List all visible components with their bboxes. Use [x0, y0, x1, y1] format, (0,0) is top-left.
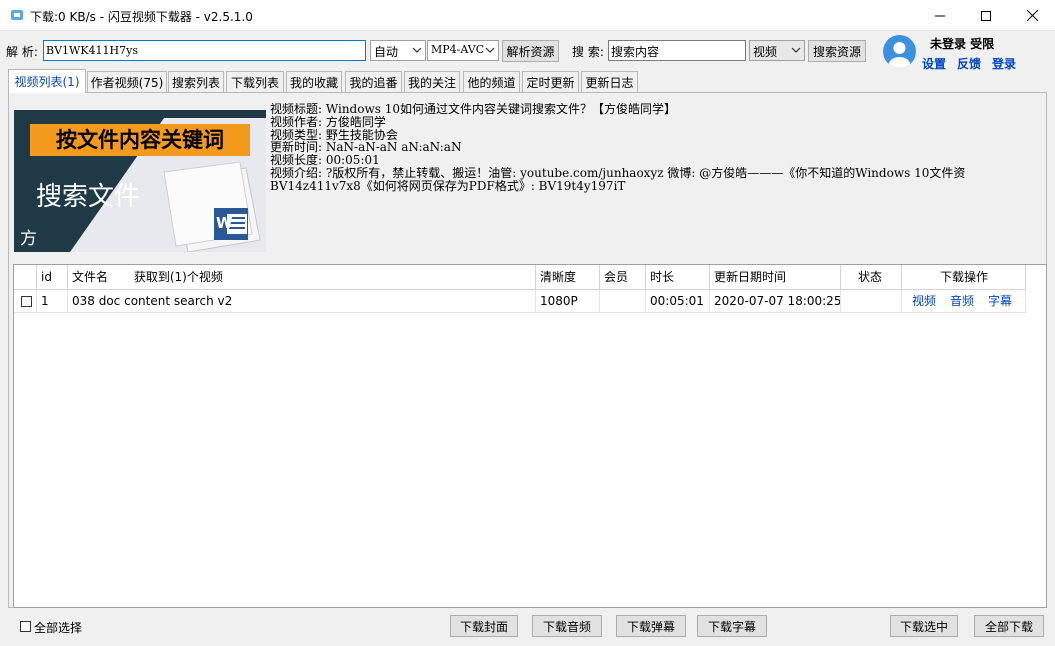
- video-table[interactable]: id 文件名 获取到(1)个视频 清晰度 会员 时长 更新日期时间 状态 下载操…: [13, 264, 1047, 608]
- quality-select[interactable]: 自动: [370, 40, 426, 61]
- parse-label: 解 析:: [6, 45, 38, 59]
- header-video-count: 获取到(1)个视频: [133, 270, 223, 284]
- header-duration[interactable]: 时长: [646, 265, 710, 289]
- download-subtitle-link[interactable]: 字幕: [988, 294, 1012, 308]
- search-type-select[interactable]: 视频: [749, 40, 805, 61]
- video-info: 视频标题: Windows 10如何通过文件内容关键词搜索文件？【方俊皓同学】 …: [270, 103, 1046, 193]
- row-quality: 1080P: [536, 290, 600, 312]
- info-description-cont: BV14z411v7x8《如何将网页保存为PDF格式》: BV19t4y197i…: [270, 179, 626, 193]
- feedback-link[interactable]: 反馈: [957, 55, 981, 72]
- header-filename[interactable]: 文件名 获取到(1)个视频: [68, 265, 536, 289]
- minimize-icon: [935, 15, 945, 16]
- download-danmaku-button[interactable]: 下载弹幕: [616, 615, 686, 637]
- row-actions: 视频 音频 字幕: [902, 290, 1026, 312]
- header-filename-label: 文件名: [72, 270, 109, 284]
- video-thumbnail: 按文件内容关键词 搜索文件 方 W: [14, 110, 266, 252]
- download-all-button[interactable]: 全部下载: [974, 615, 1044, 637]
- info-type: 视频类型: 野生技能协会: [270, 128, 398, 142]
- tab-my-bangumi[interactable]: 我的追番: [345, 71, 402, 92]
- search-type-value: 视频: [753, 45, 778, 59]
- info-description: 视频介绍: ?版权所有，禁止转载、搬运！油管: youtube.com/junh…: [270, 166, 966, 180]
- thumbnail-corner-char: 方: [20, 229, 37, 249]
- header-actions[interactable]: 下载操作: [902, 265, 1026, 289]
- table-row[interactable]: 1 038 doc content search v2 1080P 00:05:…: [14, 290, 1026, 313]
- maximize-icon: [981, 10, 991, 21]
- info-length: 视频长度: 00:05:01: [270, 154, 380, 167]
- header-quality[interactable]: 清晰度: [536, 265, 600, 289]
- thumbnail-headline: 按文件内容关键词: [30, 124, 250, 156]
- info-title: 视频标题: Windows 10如何通过文件内容关键词搜索文件？【方俊皓同学】: [270, 103, 676, 116]
- tab-author-videos[interactable]: 作者视频(75): [87, 71, 167, 92]
- row-status: [841, 290, 902, 312]
- close-button[interactable]: [1009, 0, 1055, 31]
- user-icon: [888, 42, 911, 68]
- minimize-button[interactable]: [917, 0, 963, 31]
- search-label: 搜 索:: [572, 45, 604, 59]
- row-duration: 00:05:01: [646, 290, 710, 312]
- chevron-down-icon: [485, 47, 495, 53]
- download-video-link[interactable]: 视频: [912, 294, 936, 308]
- word-doc-icon: W: [216, 214, 233, 232]
- tab-scheduled-update[interactable]: 定时更新: [522, 71, 579, 92]
- row-updated: 2020-07-07 18:00:25: [710, 290, 841, 312]
- row-filename: 038 doc content search v2: [68, 290, 536, 312]
- tab-video-list[interactable]: 视频列表(1): [8, 69, 86, 93]
- header-member[interactable]: 会员: [600, 265, 646, 289]
- download-selected-button[interactable]: 下载选中: [890, 615, 958, 637]
- row-id: 1: [37, 290, 68, 312]
- row-member: [600, 290, 646, 312]
- close-icon: [1026, 10, 1038, 21]
- info-updated: 更新时间: NaN-aN-aN aN:aN:aN: [270, 141, 462, 155]
- select-all-box[interactable]: [20, 621, 31, 632]
- tab-changelog[interactable]: 更新日志: [581, 71, 638, 92]
- app-logo-icon: [11, 10, 23, 20]
- table-header: id 文件名 获取到(1)个视频 清晰度 会员 时长 更新日期时间 状态 下载操…: [14, 265, 1026, 290]
- format-select-value: MP4-AVC: [431, 43, 485, 56]
- download-subtitle-button[interactable]: 下载字幕: [697, 615, 767, 637]
- download-cover-button[interactable]: 下载封面: [450, 615, 518, 637]
- download-audio-link[interactable]: 音频: [950, 294, 974, 308]
- search-resource-button[interactable]: 搜索资源: [808, 40, 866, 62]
- quality-select-value: 自动: [374, 45, 399, 59]
- tab-download-list[interactable]: 下载列表: [226, 71, 284, 92]
- thumbnail-subtitle: 搜索文件: [36, 182, 141, 212]
- header-check: [14, 265, 37, 289]
- info-author: 视频作者: 方俊皓同学: [270, 115, 386, 129]
- tab-his-channel[interactable]: 他的频道: [463, 71, 520, 92]
- row-checkbox-cell[interactable]: [14, 290, 37, 312]
- login-status: 未登录 受限: [930, 37, 995, 51]
- login-link[interactable]: 登录: [992, 55, 1016, 72]
- parse-url-input[interactable]: BV1WK411H7ys: [43, 40, 366, 61]
- row-checkbox[interactable]: [21, 296, 32, 307]
- chevron-down-icon: [791, 47, 801, 53]
- window-title: 下载:0 KB/s - 闪豆视频下载器 - v2.5.1.0: [30, 10, 253, 24]
- maximize-button[interactable]: [963, 0, 1009, 31]
- parse-resource-button[interactable]: 解析资源: [502, 40, 559, 62]
- settings-link[interactable]: 设置: [922, 55, 946, 72]
- header-id[interactable]: id: [37, 265, 68, 289]
- tab-my-favorites[interactable]: 我的收藏: [286, 71, 342, 92]
- download-audio-button[interactable]: 下载音频: [532, 615, 602, 637]
- title-bar: 下载:0 KB/s - 闪豆视频下载器 - v2.5.1.0: [0, 0, 1055, 31]
- tab-search-list[interactable]: 搜索列表: [168, 71, 224, 92]
- chevron-down-icon: [412, 47, 422, 53]
- avatar[interactable]: [883, 35, 916, 68]
- search-input[interactable]: 搜索内容: [608, 40, 746, 61]
- select-all-label: 全部选择: [34, 621, 83, 635]
- header-status[interactable]: 状态: [841, 265, 902, 289]
- tab-my-follows[interactable]: 我的关注: [404, 71, 460, 92]
- header-updated[interactable]: 更新日期时间: [710, 265, 841, 289]
- format-select[interactable]: MP4-AVC: [427, 40, 499, 61]
